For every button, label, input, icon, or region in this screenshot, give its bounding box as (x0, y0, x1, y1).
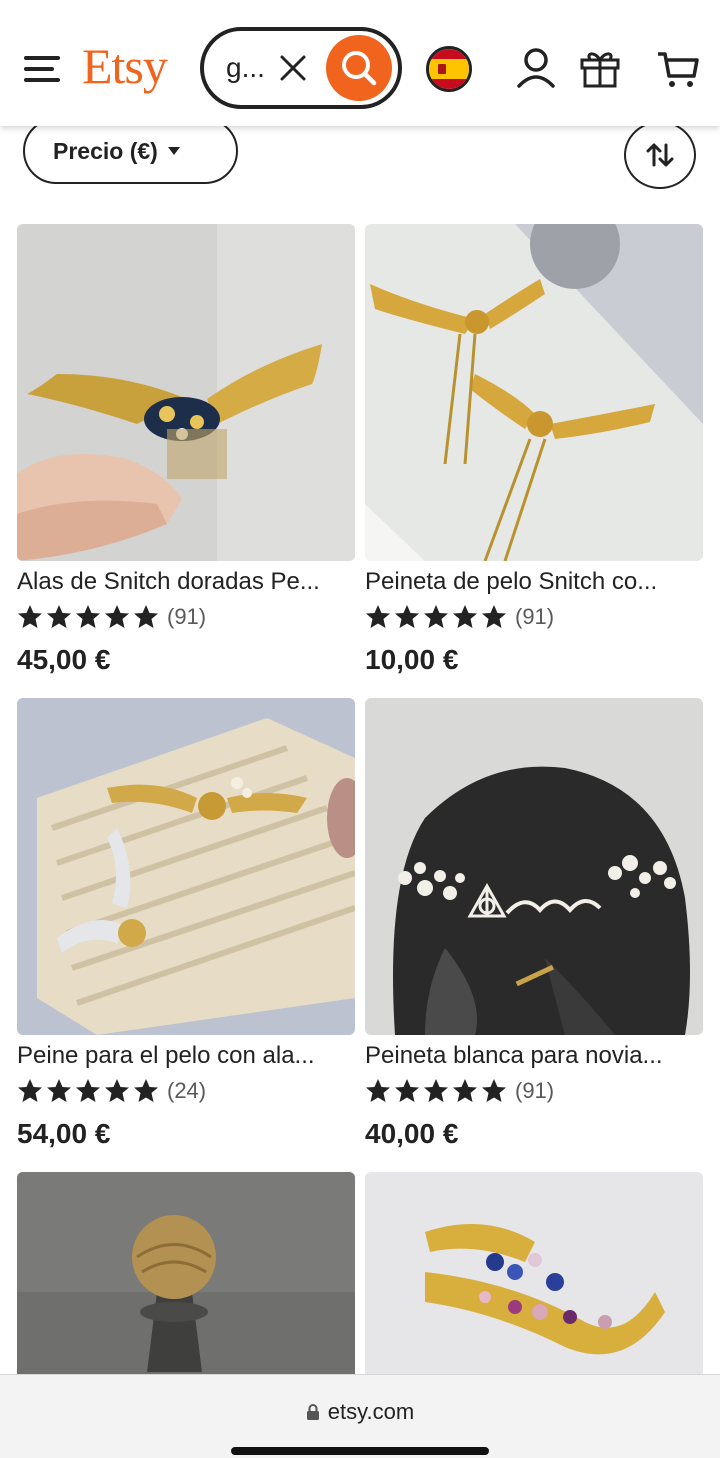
product-price: 10,00 € (365, 644, 459, 675)
star-rating-icon (365, 1078, 507, 1104)
product-image[interactable] (365, 698, 703, 1035)
product-card[interactable]: Alas de Snitch doradas Pe... (91) 45,00 … (17, 224, 355, 677)
product-title[interactable]: Alas de Snitch doradas Pe... (17, 567, 355, 597)
menu-icon[interactable] (22, 52, 62, 86)
search-icon (342, 51, 377, 86)
review-count: (91) (167, 604, 207, 629)
product-title[interactable]: Peine para el pelo con ala... (17, 1041, 355, 1071)
price-filter-button[interactable]: Precio (€) (23, 118, 238, 184)
browser-address-bar: etsy.com (0, 1374, 720, 1458)
product-image[interactable] (17, 224, 355, 561)
account-icon[interactable] (514, 46, 558, 90)
review-count: (91) (515, 1078, 555, 1103)
product-rating: (91) (365, 603, 703, 631)
product-price: 54,00 € (17, 1118, 111, 1149)
star-rating-icon (365, 604, 507, 630)
product-rating: (24) (17, 1077, 355, 1105)
etsy-logo[interactable]: Etsy (82, 36, 168, 96)
clear-search-icon[interactable] (278, 51, 308, 85)
caret-down-icon (167, 147, 180, 155)
lock-icon (306, 1404, 319, 1420)
search-bar (200, 27, 402, 109)
product-title[interactable]: Peineta blanca para novia... (365, 1041, 703, 1071)
product-image[interactable] (17, 698, 355, 1035)
star-rating-icon (17, 604, 159, 630)
review-count: (24) (167, 1078, 207, 1103)
product-rating: (91) (17, 603, 355, 631)
url-display[interactable]: etsy.com (0, 1399, 720, 1425)
search-input[interactable] (226, 51, 278, 85)
url-text: etsy.com (327, 1399, 415, 1424)
spain-flag-icon[interactable] (426, 46, 472, 92)
product-rating: (91) (365, 1077, 703, 1105)
sort-button[interactable] (624, 121, 696, 189)
price-filter-label: Precio (€) (53, 137, 158, 164)
product-card[interactable]: Peineta blanca para novia... (91) 40,00 … (365, 698, 703, 1151)
search-button[interactable] (326, 35, 392, 101)
cart-icon[interactable] (656, 46, 700, 90)
site-header: Etsy (0, 0, 720, 126)
product-card[interactable]: Peine para el pelo con ala... (24) 54,00… (17, 698, 355, 1151)
review-count: (91) (515, 604, 555, 629)
product-image[interactable] (365, 224, 703, 561)
product-price: 40,00 € (365, 1118, 459, 1149)
home-indicator[interactable] (231, 1447, 489, 1455)
sort-arrows-icon (646, 143, 674, 167)
product-card[interactable]: Peineta de pelo Snitch co... (91) 10,00 … (365, 224, 703, 677)
product-price: 45,00 € (17, 644, 111, 675)
star-rating-icon (17, 1078, 159, 1104)
gift-icon[interactable] (578, 46, 622, 90)
product-title[interactable]: Peineta de pelo Snitch co... (365, 567, 703, 597)
